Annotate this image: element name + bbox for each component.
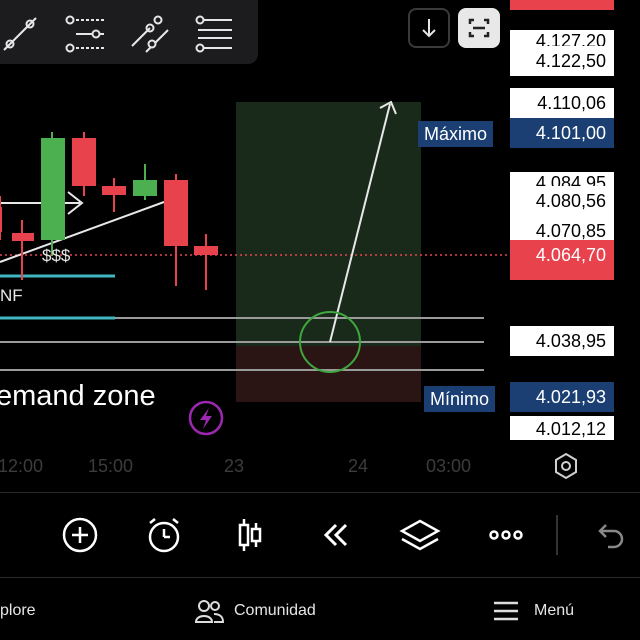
arrow-down-icon <box>422 19 436 38</box>
candle-8 <box>194 234 218 290</box>
fib-levels-tool-icon[interactable] <box>192 12 236 56</box>
nf-label: NF <box>0 286 23 305</box>
toolbar-divider <box>556 515 558 555</box>
bottom-toolbar <box>0 492 640 578</box>
fullscreen-icon <box>468 18 490 38</box>
chart-type-button[interactable] <box>228 513 272 557</box>
candle-4 <box>72 132 96 196</box>
time-label: 12:00 <box>0 456 44 476</box>
trendline-tool-icon[interactable] <box>0 12 42 56</box>
time-label: 15:00 <box>88 456 134 476</box>
plus-circle-icon <box>62 517 98 553</box>
candle-5 <box>102 178 126 212</box>
time-label: 24 <box>348 456 369 476</box>
rewind-icon <box>323 523 348 547</box>
candlestick-icon <box>238 519 262 551</box>
undo-icon <box>598 524 624 549</box>
min-price-label: 4.021,93 <box>510 382 614 412</box>
nav-menu-label: Menú <box>534 602 575 619</box>
max-price-label: 4.101,00 <box>510 118 614 148</box>
current-price-label: 4.064,70 <box>510 240 614 280</box>
parallel-channel-tool-icon[interactable] <box>128 12 172 56</box>
long-position-stop-zone <box>236 346 421 402</box>
nav-menu[interactable]: Menú <box>492 596 574 626</box>
price-label: 4.110,06 <box>510 88 614 118</box>
drawing-toolbar <box>0 0 258 64</box>
trendline-white <box>0 201 165 263</box>
price-label: 4.127,20 <box>510 30 614 46</box>
undo-button[interactable] <box>586 513 630 557</box>
long-position-profit-zone <box>236 102 421 346</box>
liquidity-label: $$$ <box>42 246 71 265</box>
nav-community[interactable]: Comunidad <box>194 596 316 626</box>
price-label: 4.122,50 <box>510 46 614 76</box>
min-price-tag: Mínimo <box>424 386 496 412</box>
max-price-tag: Máximo <box>418 121 494 147</box>
more-dots-icon <box>489 530 523 540</box>
layers-button[interactable] <box>398 513 442 557</box>
candle-6 <box>133 164 157 200</box>
fullscreen-button[interactable] <box>458 8 500 48</box>
layers-icon <box>399 519 441 551</box>
price-label: 4.038,95 <box>510 326 614 356</box>
add-indicator-button[interactable] <box>58 513 102 557</box>
candle-7 <box>164 174 188 286</box>
replay-button[interactable] <box>314 513 358 557</box>
fib-retracement-tool-icon[interactable] <box>64 12 108 56</box>
hamburger-menu-icon <box>494 601 518 621</box>
more-button[interactable] <box>484 513 528 557</box>
price-label: 4.012,12 <box>510 416 614 440</box>
price-label: 4.080,56 <box>510 186 614 216</box>
scroll-down-button[interactable] <box>408 8 450 48</box>
candle-3 <box>41 132 65 256</box>
chart-settings-icon[interactable] <box>550 450 582 482</box>
chart-canvas[interactable] <box>0 0 510 490</box>
community-icon <box>194 599 225 623</box>
nav-community-label: Comunidad <box>234 602 316 619</box>
nav-explore[interactable]: plore <box>0 596 36 626</box>
flash-alert-icon[interactable] <box>188 400 224 436</box>
alarm-clock-icon <box>148 518 180 553</box>
demand-zone-label: emand zone <box>0 380 156 412</box>
price-label-top-partial <box>510 0 614 10</box>
price-label: 4.084,95 <box>510 172 614 186</box>
alert-button[interactable] <box>142 513 186 557</box>
time-label: 23 <box>224 456 245 476</box>
price-label: 4.070,85 <box>510 216 614 241</box>
nav-explore-label: plore <box>0 602 36 619</box>
time-label: 03:00 <box>426 456 472 476</box>
